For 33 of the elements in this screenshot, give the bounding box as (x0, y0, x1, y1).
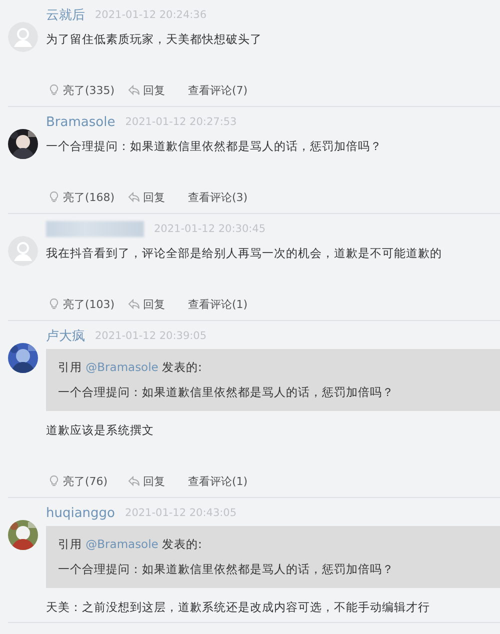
reply-icon[interactable] (128, 84, 140, 96)
like-button[interactable]: 亮了(335) (63, 82, 115, 98)
reply-icon[interactable] (128, 298, 140, 310)
comment-text: 道歉应该是系统撰文 (46, 422, 155, 439)
quote-label: 发表的: (162, 537, 202, 551)
quote-label: 引用 (58, 537, 82, 551)
comment-text: 我在抖音看到了，评论全部是给别人再骂一次的机会，道歉是不可能道歉的 (46, 245, 443, 262)
comment-text: 为了留住低素质玩家，天美都快想破头了 (46, 31, 263, 48)
like-button[interactable]: 亮了(103) (63, 296, 115, 312)
default-avatar-icon (8, 236, 38, 266)
comment-text: 一个合理提问：如果道歉信里依然都是骂人的话，惩罚加倍吗？ (46, 138, 383, 155)
quoted-text: 一个合理提问：如果道歉信里依然都是骂人的话，惩罚加倍吗？ (58, 562, 395, 577)
lightbulb-icon[interactable] (48, 298, 60, 310)
reply-button[interactable]: 回复 (143, 296, 165, 312)
view-comments-button[interactable]: 查看评论(3) (188, 190, 248, 204)
lightbulb-icon[interactable] (48, 84, 60, 96)
reply-button[interactable]: 回复 (143, 82, 165, 98)
lightbulb-icon[interactable] (48, 475, 60, 487)
quoted-text: 一个合理提问：如果道歉信里依然都是骂人的话，惩罚加倍吗？ (58, 385, 395, 400)
lightbulb-icon[interactable] (48, 191, 60, 203)
reply-icon[interactable] (128, 475, 140, 487)
reply-icon[interactable] (128, 191, 140, 203)
quote-label: 发表的: (162, 360, 202, 374)
like-button[interactable]: 亮了(168) (63, 190, 115, 204)
view-comments-button[interactable]: 查看评论(7) (188, 82, 248, 98)
like-button[interactable]: 亮了(76) (63, 474, 108, 488)
view-comments-button[interactable]: 查看评论(1) (188, 474, 248, 488)
view-comments-button[interactable]: 查看评论(1) (188, 296, 248, 312)
quote-label: 引用 (58, 360, 82, 374)
reply-button[interactable]: 回复 (143, 474, 165, 488)
default-avatar-icon (8, 22, 38, 52)
comment-text: 天美：之前没想到这层，道歉系统还是改成内容可选，不能手动编辑才行 (46, 599, 431, 616)
reply-button[interactable]: 回复 (143, 190, 165, 204)
